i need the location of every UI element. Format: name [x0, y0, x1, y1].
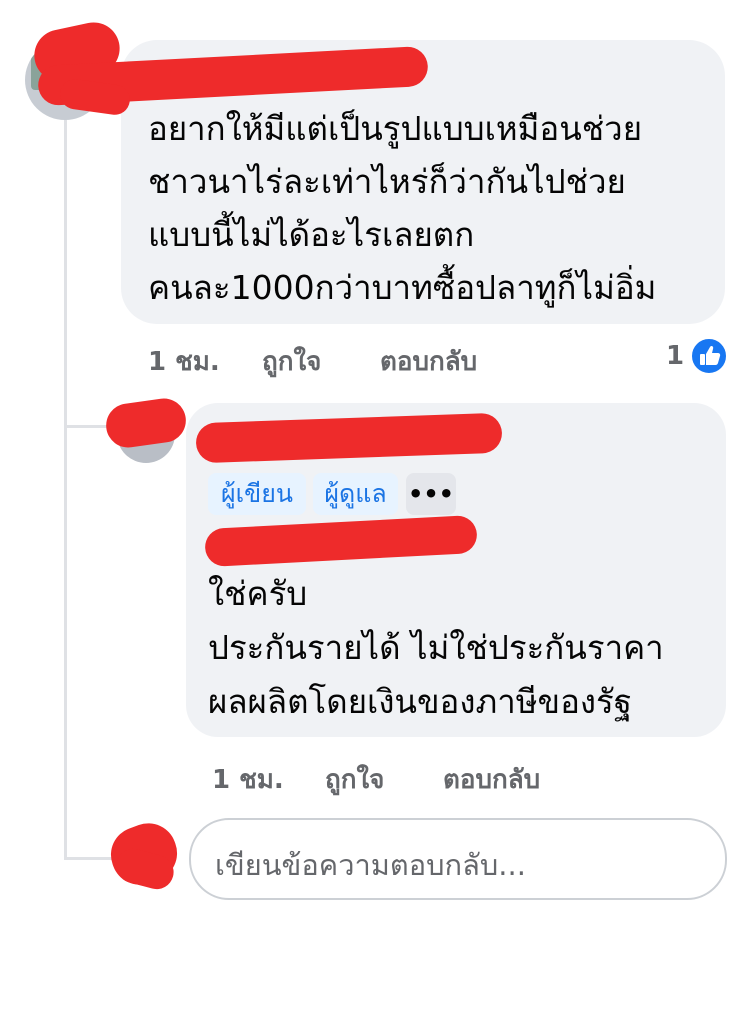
admin-badge: ผู้ดูแล: [313, 473, 398, 515]
comment-text-line: แบบนี้ไม่ได้อะไรเลยตก: [148, 215, 475, 254]
reply-text-line: ใช่ครับ: [208, 574, 308, 613]
comment-text-line: คนละ1000กว่าบาทซื้อปลาทูก็ไม่อิ่ม: [148, 268, 657, 307]
reply-text-line: ผลผลิตโดยเงินของภาษีของรัฐ: [208, 682, 632, 721]
more-options-button[interactable]: •••: [406, 473, 456, 515]
reply-input-placeholder: เขียนข้อความตอบกลับ...: [215, 848, 526, 882]
comment-reply-button[interactable]: ตอบกลับ: [380, 341, 477, 382]
author-badge: ผู้เขียน: [208, 473, 306, 515]
redaction-mark: [103, 395, 189, 451]
thread-connector-composer: [64, 857, 116, 860]
like-thumb-icon[interactable]: [690, 337, 728, 375]
reply-text-line: ประกันรายได้ ไม่ใช่ประกันราคา: [208, 628, 664, 667]
comment-text-line: ชาวนาไร่ละเท่าไหร่ก็ว่ากันไปช่วย: [148, 162, 626, 201]
reply-like-button[interactable]: ถูกใจ: [325, 759, 384, 800]
reply-time[interactable]: 1 ชม.: [212, 759, 284, 800]
reply-input[interactable]: เขียนข้อความตอบกลับ...: [189, 818, 727, 900]
comment-text-line: อยากให้มีแต่เป็นรูปแบบเหมือนช่วย: [148, 109, 643, 148]
reply-reply-button[interactable]: ตอบกลับ: [443, 759, 540, 800]
comment-like-button[interactable]: ถูกใจ: [262, 341, 321, 382]
comment-time[interactable]: 1 ชม.: [148, 341, 220, 382]
reaction-count[interactable]: 1: [666, 341, 684, 371]
thread-line: [64, 110, 67, 860]
